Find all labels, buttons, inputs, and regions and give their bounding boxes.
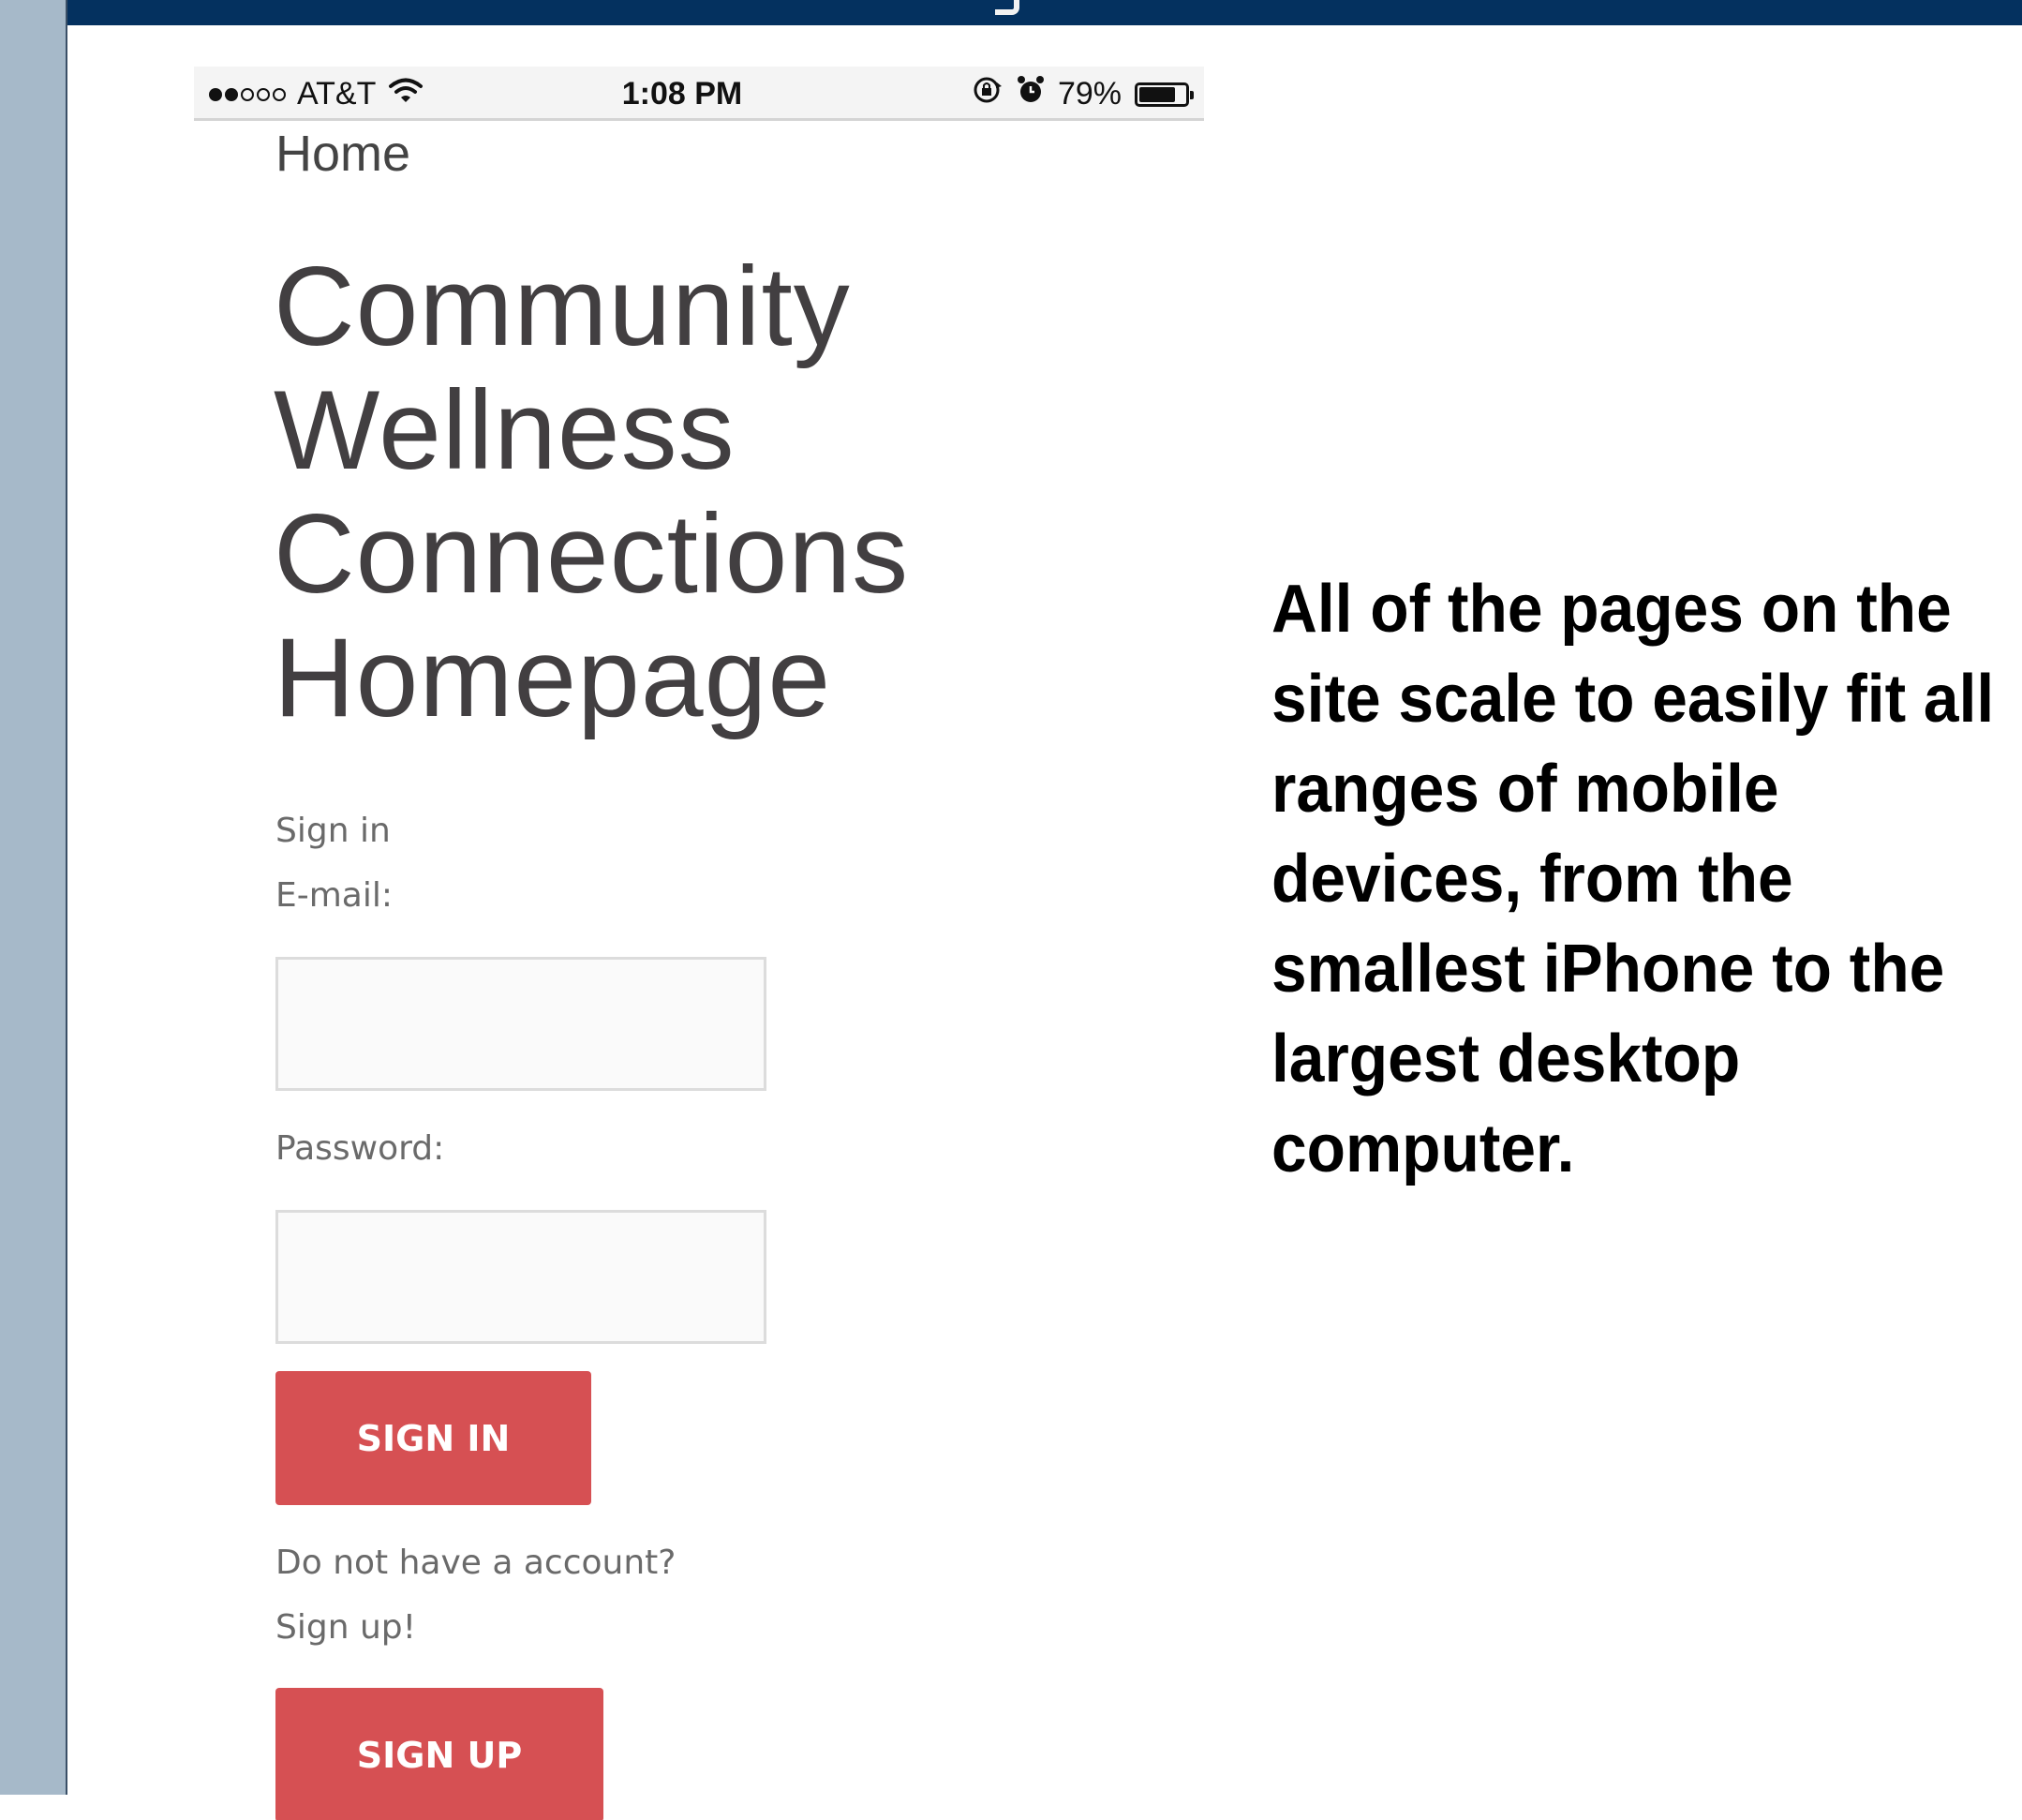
email-label: E-mail:: [275, 876, 393, 915]
battery-tip: [1190, 90, 1194, 99]
battery-icon: [1135, 82, 1194, 107]
signup-link[interactable]: Sign up!: [275, 1608, 416, 1647]
sign-in-button[interactable]: SIGN IN: [275, 1371, 591, 1505]
page-title: Community Wellness Connections Homepage: [274, 244, 910, 740]
alarm-icon: [1017, 75, 1045, 113]
orientation-lock-icon: [972, 74, 1004, 114]
status-bar: AT&T 1:08 PM 79%: [194, 67, 1204, 121]
password-field[interactable]: [275, 1210, 766, 1344]
status-right: 79%: [972, 74, 1194, 114]
signin-heading: Sign in: [275, 812, 391, 850]
slide-description: All of the pages on the site scale to ea…: [1271, 572, 1995, 1186]
banner-title-fragment: [995, 0, 1019, 15]
phone-screenshot: AT&T 1:08 PM 79% Home Community Wellness…: [194, 67, 1204, 1820]
home-link[interactable]: Home: [275, 125, 410, 183]
top-banner: [67, 0, 2022, 25]
sign-up-button[interactable]: SIGN UP: [275, 1688, 603, 1820]
signup-prompt: Do not have a account?: [275, 1544, 676, 1582]
password-label: Password:: [275, 1129, 445, 1168]
slide: AT&T 1:08 PM 79% Home Community Wellness…: [67, 25, 2022, 1820]
battery-fill: [1139, 86, 1175, 102]
email-field[interactable]: [275, 957, 766, 1091]
left-rail: [0, 0, 67, 1795]
battery-percent: 79%: [1057, 76, 1122, 112]
